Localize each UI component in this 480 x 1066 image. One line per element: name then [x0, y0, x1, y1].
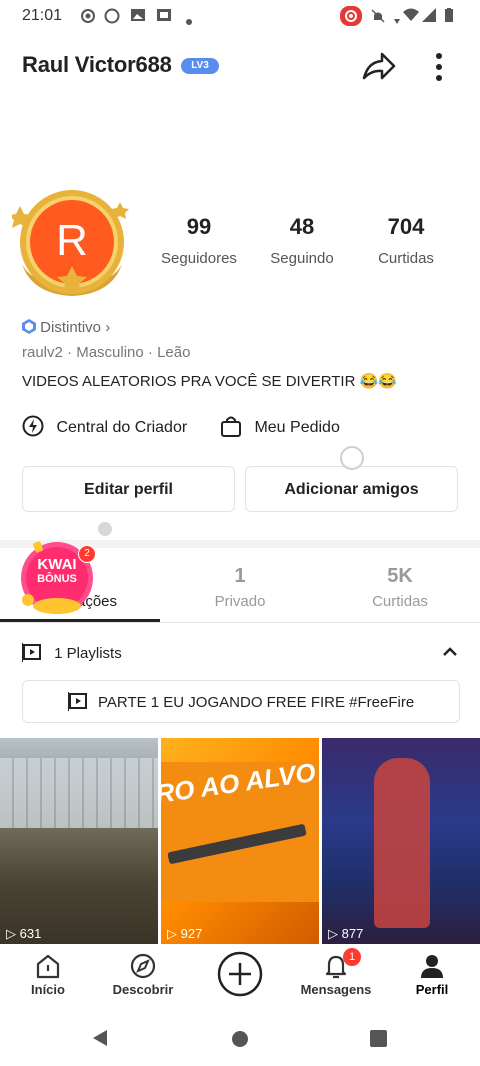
- tab-likes-label[interactable]: Curtidas: [340, 593, 460, 610]
- video-1-views-count: 631: [19, 926, 42, 941]
- followers-label[interactable]: Seguidores: [149, 250, 249, 267]
- wifi-icon: [402, 8, 419, 22]
- playlist-icon: [21, 642, 42, 666]
- play-icon: ▷: [328, 926, 338, 941]
- creator-center-label: Central do Criador: [56, 419, 188, 436]
- thumb3-character: [374, 758, 430, 928]
- video-thumbnail-3[interactable]: ▷ 877: [322, 738, 480, 944]
- messages-badge: 1: [343, 948, 361, 966]
- status-time: 21:01: [22, 7, 63, 24]
- share-icon[interactable]: [360, 50, 398, 84]
- nav-messages-label: Mensagens: [300, 982, 372, 997]
- back-icon[interactable]: [90, 1028, 110, 1048]
- nav-discover[interactable]: Descobrir: [98, 952, 188, 997]
- creator-center-link[interactable]: Central do Criador: [22, 415, 187, 442]
- mute-icon: [370, 8, 386, 23]
- following-label[interactable]: Seguindo: [252, 250, 352, 267]
- create-button[interactable]: [216, 950, 264, 998]
- video-2-views-count: 927: [180, 926, 203, 941]
- user-handle: raulv2: [22, 344, 63, 361]
- playlist-item[interactable]: PARTE 1 EU JOGANDO FREE FIRE #FreeFire: [22, 680, 460, 723]
- likes-count[interactable]: 704: [356, 214, 456, 240]
- nav-home-label: Início: [31, 982, 65, 997]
- home-icon: [3, 952, 93, 982]
- user-sign: Leão: [157, 344, 191, 361]
- avatar-letter: R: [56, 216, 88, 265]
- chevron-up-icon[interactable]: [440, 643, 460, 659]
- video-3-views: ▷ 877: [328, 926, 363, 942]
- add-friends-button[interactable]: Adicionar amigos: [245, 466, 458, 512]
- nav-profile-label: Perfil: [415, 982, 449, 997]
- play-icon: ▷: [6, 926, 16, 941]
- playlists-header[interactable]: 1 Playlists: [21, 642, 122, 666]
- nav-messages[interactable]: Mensagens 1: [291, 948, 381, 997]
- badge-link-label: Distintivo: [40, 319, 102, 336]
- nav-discover-label: Descobrir: [112, 982, 174, 997]
- tab-private-count[interactable]: 1: [180, 565, 300, 588]
- image-icon: [130, 8, 146, 22]
- video-3-views-count: 877: [341, 926, 364, 941]
- followers-count[interactable]: 99: [149, 214, 249, 240]
- likes-label[interactable]: Curtidas: [356, 250, 456, 267]
- compass-icon: [98, 952, 188, 982]
- shopping-bag-icon: [220, 415, 242, 442]
- signal-icon: [422, 8, 438, 22]
- battery-icon: [444, 8, 460, 22]
- video-2-views: ▷ 927: [167, 926, 202, 942]
- playlists-count-label: 1 Playlists: [54, 645, 122, 662]
- tabs-divider: [0, 622, 480, 623]
- hexagon-icon: [22, 319, 36, 338]
- tab-likes-count[interactable]: 5K: [340, 565, 460, 588]
- video-1-views: ▷ 631: [6, 926, 41, 942]
- separator-dot: ·: [67, 344, 77, 361]
- nav-home[interactable]: Início: [3, 952, 93, 997]
- separator-dot: ·: [147, 344, 158, 361]
- playlist-item-title: PARTE 1 EU JOGANDO FREE FIRE #FreeFire: [98, 694, 415, 711]
- avatar[interactable]: R: [8, 184, 132, 304]
- edit-profile-button[interactable]: Editar perfil: [22, 466, 235, 512]
- chevron-right-icon: ›: [105, 319, 111, 336]
- plus-circle-icon: [217, 951, 263, 997]
- bell-icon: [291, 952, 381, 982]
- play-icon: ▷: [167, 926, 177, 941]
- kwai-bonus-promo[interactable]: KWAI BÔNUS 2: [16, 540, 98, 616]
- video-thumbnail-2[interactable]: RO AO ALVO ▷ 927: [161, 738, 319, 944]
- more-options-icon[interactable]: [428, 52, 450, 82]
- more-dot-icon: [186, 12, 202, 26]
- following-count[interactable]: 48: [252, 214, 352, 240]
- user-gender: Masculino: [76, 344, 144, 361]
- my-orders-label: Meu Pedido: [254, 419, 340, 436]
- user-info-line: raulv2 · Masculino · Leão: [22, 344, 190, 361]
- badge-link[interactable]: Distintivo ›: [22, 319, 110, 338]
- video-thumbnail-1[interactable]: ▷ 631: [0, 738, 158, 944]
- person-icon: [387, 952, 477, 982]
- recents-icon[interactable]: [370, 1030, 387, 1047]
- gallery-icon: [156, 8, 172, 22]
- home-circle-icon[interactable]: [231, 1030, 249, 1048]
- touch-indicator: [340, 446, 364, 470]
- tab-private-label[interactable]: Privado: [180, 593, 300, 610]
- bio: VIDEOS ALEATORIOS PRA VOCÊ SE DIVERTIR 😂…: [22, 373, 397, 390]
- thumb1-fence: [0, 758, 158, 828]
- nav-profile[interactable]: Perfil: [387, 952, 477, 997]
- whatsapp-icon: [104, 8, 120, 24]
- playlist-item-icon: [66, 685, 88, 728]
- profile-username: Raul Victor688: [22, 52, 172, 77]
- promo-line2: BÔNUS: [37, 573, 77, 585]
- screen-record-icon: [340, 6, 362, 26]
- my-orders-link[interactable]: Meu Pedido: [220, 415, 340, 442]
- promo-badge: 2: [78, 545, 96, 563]
- level-badge-text: LV3: [191, 60, 209, 71]
- lightning-circle-icon: [22, 415, 44, 442]
- touch-indicator-small: [98, 522, 112, 536]
- status-bar: 21:01: [0, 0, 480, 32]
- record-icon: [80, 8, 96, 23]
- level-badge: LV3: [181, 58, 219, 74]
